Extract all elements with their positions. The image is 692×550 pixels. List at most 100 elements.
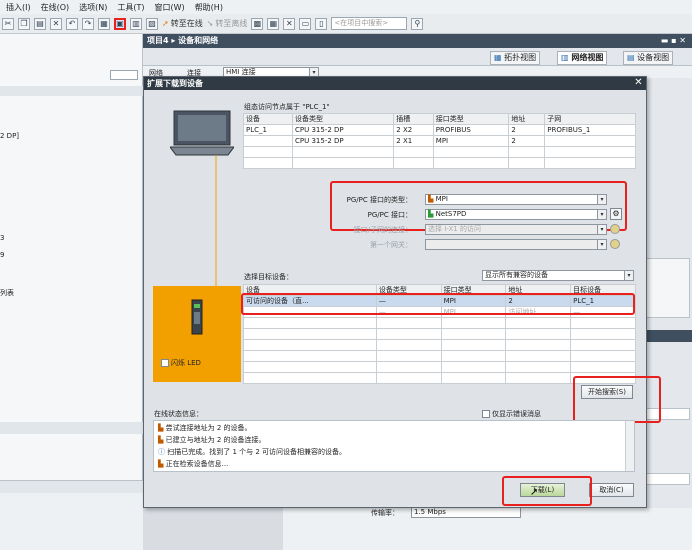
list-item: ⓘ 扫描已完成。找到了 1 个与 2 可访问设备相兼容的设备。 [158,448,347,456]
table-header-row: 设备 设备类型 插槽 接口类型 地址 子网 [242,113,636,125]
select-target-label: 选择目标设备： [244,273,293,281]
column-header: 子网 [544,113,636,125]
properties-panel: 传输率： 1.5 Mbps [283,507,692,550]
configured-nodes-table: 设备 设备类型 插槽 接口类型 地址 子网 PLC_1 CPU 315-2 DP… [242,113,636,169]
menu-help[interactable]: 帮助(H) [195,2,223,13]
extended-download-dialog: 扩展下载到设备 ✕ 组态访问节点属于 "PLC_1" 设备 设备类型 插槽 接口… [143,76,661,508]
go-online-button[interactable]: ➚ 转至在线 [162,18,203,29]
flash-led-checkbox[interactable]: 闪烁 LED [161,358,201,368]
binoculars-icon[interactable]: ⚲ [411,17,424,30]
menu-bar: 插入(I) 在线(O) 选项(N) 工具(T) 窗口(W) 帮助(H) [0,0,692,14]
tree-item-3[interactable]: 3 [0,234,4,242]
accessible-devices-icon[interactable]: ▩ [251,17,264,30]
column-header: 接口类型 [432,113,510,125]
show-errors-only-checkbox[interactable]: 仅显示错误消息 [482,409,541,419]
subnet-connection-select[interactable]: 选择 I-X1 的访问 ▾ [425,224,607,235]
column-header: 设备类型 [292,113,395,125]
status-messages: ▙ 尝试连接地址为 2 的设备。 ▙ 已建立与地址为 2 的设备连接。 ⓘ 扫描… [153,420,635,472]
view-tabs: ▦ 拓扑视图 ▥ 网络视图 ▤ 设备视图 [143,48,692,66]
split-vertical-icon[interactable]: ▯ [315,17,328,30]
table-cell: 2 X1 [393,135,434,147]
panel-toggle-icon[interactable] [110,70,138,80]
tree-item-9[interactable]: 9 [0,251,4,259]
upload-icon[interactable]: ▥ [130,17,142,30]
column-header: 地址 [508,113,546,125]
simulation-icon[interactable]: ▧ [146,17,158,30]
menu-tools[interactable]: 工具(T) [117,2,144,13]
plc-illustration: 闪烁 LED [153,286,241,382]
network-icon: ▥ [561,53,569,62]
table-cell: PLC_1 [242,124,294,136]
project-tree-panel: 2 DP] 3 9 列表 [0,34,143,550]
table-cell: 2 [508,135,546,147]
tab-device-view[interactable]: ▤ 设备视图 [623,51,674,65]
go-offline-button[interactable]: ➘ 转至离线 [207,18,248,29]
highlight-start-search [573,376,661,423]
download-to-device-icon[interactable]: ▣ [114,17,126,30]
subnet-connection-label: 接口/子网的连接： [353,226,412,234]
cut-icon[interactable]: ✂ [2,17,14,30]
menu-online[interactable]: 在线(O) [41,2,70,13]
connect-icon: ▙ [158,424,164,432]
list-item: ▙ 尝试连接地址为 2 的设备。 [158,424,252,432]
close-icon[interactable]: ✕ [283,17,296,30]
menu-insert[interactable]: 插入(I) [6,2,31,13]
paste-icon[interactable]: ▤ [34,17,46,30]
table-row[interactable]: PLC_1 CPU 315-2 DP 2 X2 PROFIBUS 2 PROFI… [242,124,636,136]
cross-reference-icon[interactable]: ▦ [267,17,280,30]
list-item: ▙ 正在检索设备信息... [158,460,229,468]
connect-icon: ▙ [158,460,164,468]
table-cell: PROFIBUS [432,124,510,136]
topology-icon: ▦ [494,53,502,62]
highlight-load-button [502,476,592,506]
first-gateway-select[interactable]: ▾ [425,239,607,250]
scrollbar[interactable] [625,421,634,471]
table-cell: CPU 315-2 DP [292,135,395,147]
column-header: 插槽 [393,113,434,125]
table-cell: 2 X2 [393,124,434,136]
highlight-target-row [241,293,635,315]
list-item: ▙ 已建立与地址为 2 的设备连接。 [158,436,266,444]
info-icon: ⓘ [158,448,165,456]
redo-icon[interactable]: ↷ [82,17,94,30]
configured-nodes-label: 组态访问节点属于 "PLC_1" [244,103,330,111]
split-horizontal-icon[interactable]: ▭ [299,17,312,30]
online-status-label: 在线状态信息： [154,410,203,418]
column-header: 设备 [242,113,294,125]
baud-select[interactable]: 1.5 Mbps [411,507,521,518]
status-icon [610,224,620,234]
toolbar: ✂ ❐ ▤ ✕ ↶ ↷ ▦ ▣ ▥ ▧ ➚ 转至在线 ➘ 转至离线 ▩ ▦ ✕ ▭ … [0,14,692,34]
baud-label: 传输率： [371,509,399,517]
first-gateway-label: 第一个网关： [370,241,412,249]
copy-icon[interactable]: ❐ [18,17,30,30]
window-controls-icon[interactable]: ▬ ▪ ✕ [661,34,686,48]
breadcrumb: 项目4 ▸ 设备和网络 [147,36,219,45]
table-cell: 2 [508,124,546,136]
status-icon [610,239,620,249]
project-search-input[interactable]: <在项目中搜索> [331,17,408,30]
right-panel: ➚ [640,78,692,550]
target-filter-select[interactable]: 显示所有兼容的设备 ▾ [482,270,634,281]
tab-network-view[interactable]: ▥ 网络视图 [557,51,608,65]
table-cell: PROFIBUS_1 [544,124,636,136]
cancel-button[interactable]: 取消(C) [589,483,634,497]
details-panel [0,480,143,550]
device-icon: ▤ [627,53,635,62]
close-icon[interactable]: ✕ [633,78,644,89]
menu-window[interactable]: 窗口(W) [155,2,185,13]
undo-icon[interactable]: ↶ [66,17,78,30]
menu-options[interactable]: 选项(N) [79,2,107,13]
table-cell: MPI [432,135,510,147]
tab-topology-view[interactable]: ▦ 拓扑视图 [490,51,541,65]
table-cell [242,135,294,147]
tree-item-list[interactable]: 列表 [0,288,14,298]
dialog-title: 扩展下载到设备 [144,77,646,90]
compile-icon[interactable]: ▦ [98,17,110,30]
connect-icon: ▙ [158,436,164,444]
table-row[interactable]: CPU 315-2 DP 2 X1 MPI 2 [242,135,636,147]
editor-title-bar: 项目4 ▸ 设备和网络 ▬ ▪ ✕ [143,34,692,48]
table-cell: CPU 315-2 DP [292,124,395,136]
tree-item-cpu[interactable]: 2 DP] [0,132,19,140]
delete-icon[interactable]: ✕ [50,17,62,30]
pg-pc-illustration [170,110,234,287]
